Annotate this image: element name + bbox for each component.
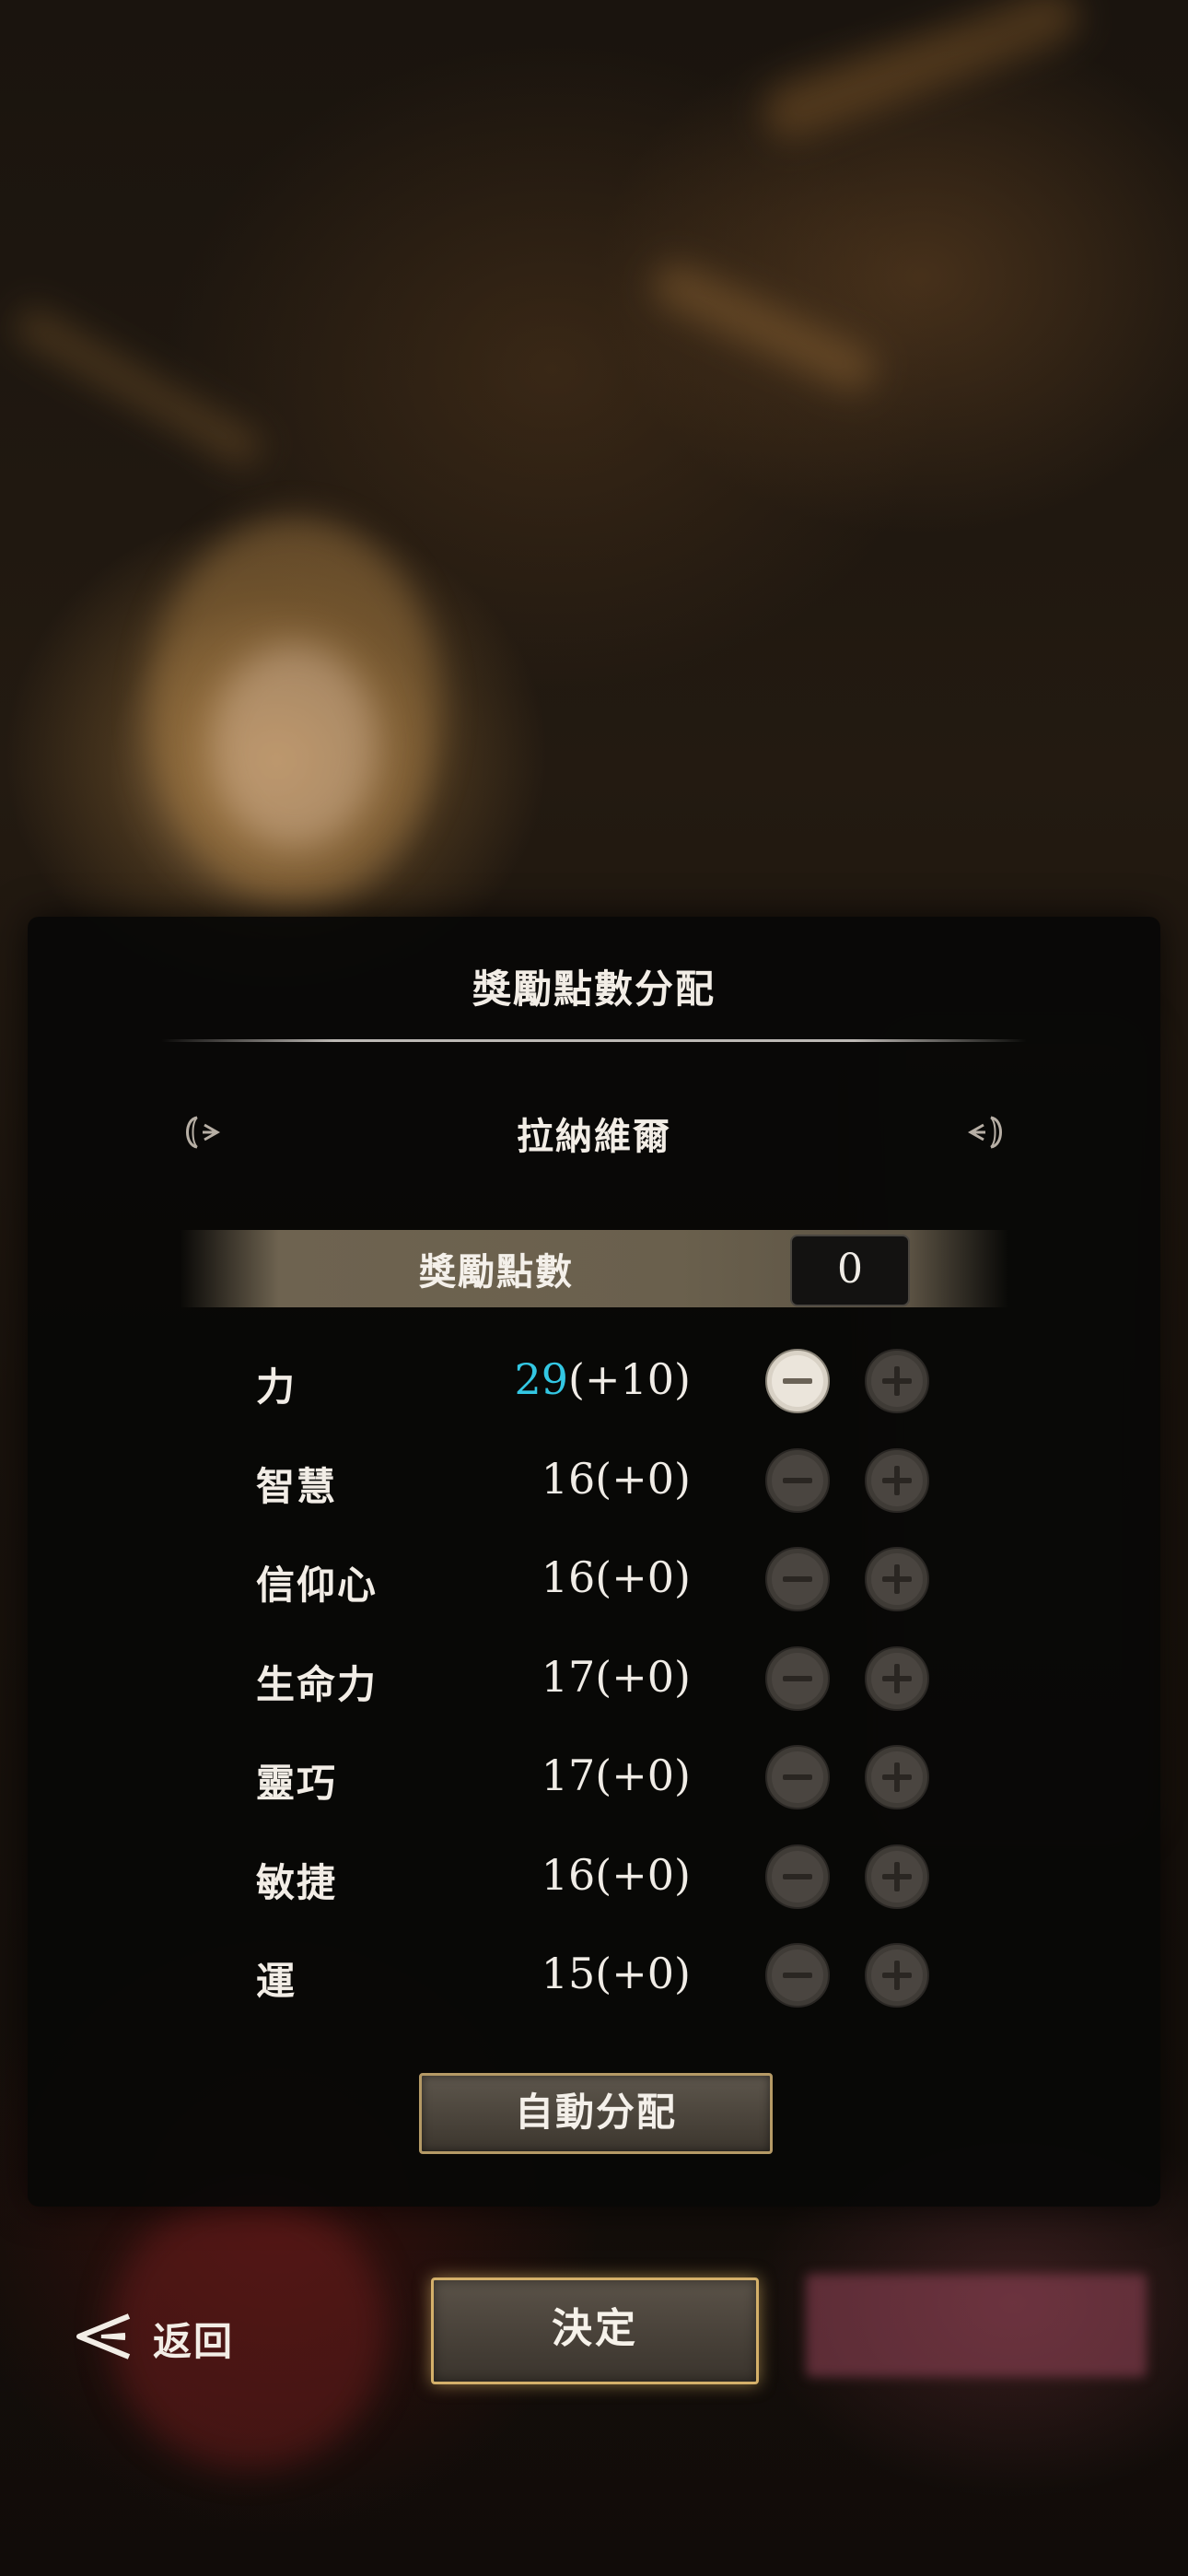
reward-points-label: 獎勵點數 [419, 1250, 574, 1294]
plus-circle-icon [865, 1645, 929, 1711]
minus-circle-icon [765, 1745, 830, 1809]
stat-value: 29(+10) [514, 1354, 691, 1404]
increase-stat-button[interactable] [864, 1348, 930, 1414]
stat-bonus-value: (+0) [595, 1949, 691, 1998]
decrease-stat-button[interactable] [764, 1942, 831, 2008]
confirm-button[interactable]: 決定 [431, 2277, 759, 2384]
decrease-stat-button[interactable] [764, 1546, 831, 1612]
stat-value: 16(+0) [542, 1552, 691, 1602]
back-arrow-icon [76, 2313, 131, 2359]
stat-value: 17(+0) [542, 1652, 691, 1702]
minus-circle-icon [765, 1645, 830, 1711]
stat-bonus-value: (+0) [595, 1453, 691, 1504]
auto-allocate-button[interactable]: 自動分配 [419, 2073, 773, 2154]
back-button[interactable]: 返回 [74, 2303, 258, 2368]
decrease-stat-button[interactable] [764, 1645, 831, 1712]
increase-stat-button[interactable] [864, 1942, 930, 2008]
plus-circle-icon [865, 1349, 929, 1413]
increase-stat-button[interactable] [864, 1546, 930, 1612]
stat-row: 靈巧 17(+0) [0, 1739, 1188, 1813]
stat-name: 信仰心 [256, 1563, 379, 1608]
reward-points-value: 0 [790, 1235, 910, 1306]
back-label: 返回 [153, 2319, 235, 2364]
minus-circle-icon [765, 1447, 830, 1513]
stat-name: 敏捷 [256, 1859, 338, 1905]
stat-row: 敏捷 16(+0) [0, 1839, 1188, 1913]
title-divider [161, 1039, 1027, 1042]
stat-value: 15(+0) [542, 1949, 691, 1998]
next-character-button[interactable] [958, 1107, 1013, 1158]
stat-name: 靈巧 [256, 1761, 338, 1806]
stat-base-value: 16 [541, 1453, 596, 1504]
plus-circle-icon [865, 1943, 929, 2008]
stat-bonus-value: (+0) [595, 1552, 691, 1602]
stat-row: 運 15(+0) [0, 1938, 1188, 2011]
minus-circle-icon [765, 1547, 830, 1611]
plus-circle-icon [865, 1745, 929, 1809]
stat-name: 運 [256, 1959, 297, 2004]
stat-base-value: 17 [541, 1651, 596, 1702]
stat-name: 力 [256, 1364, 297, 1410]
minus-circle-icon [765, 1349, 830, 1413]
decrease-stat-button[interactable] [764, 1447, 831, 1514]
plus-circle-icon [865, 1547, 929, 1611]
minus-circle-icon [765, 1844, 830, 1909]
stat-base-value: 16 [541, 1552, 596, 1602]
decrease-stat-button[interactable] [764, 1348, 831, 1414]
stat-value: 16(+0) [542, 1454, 691, 1504]
stat-base-value: 16 [541, 1849, 596, 1900]
character-selector: 拉納維爾 [0, 1101, 1188, 1165]
plus-circle-icon [865, 1844, 929, 1909]
stat-bonus-value: (+0) [595, 1849, 691, 1900]
stat-row: 力 29(+10) [0, 1343, 1188, 1417]
ornate-right-arrow-icon [967, 1116, 1002, 1149]
increase-stat-button[interactable] [864, 1844, 930, 1910]
stat-value: 16(+0) [542, 1850, 691, 1900]
increase-stat-button[interactable] [864, 1447, 930, 1514]
increase-stat-button[interactable] [864, 1744, 930, 1810]
minus-circle-icon [765, 1943, 830, 2008]
plus-circle-icon [865, 1447, 929, 1513]
decrease-stat-button[interactable] [764, 1844, 831, 1910]
blurred-background-button [806, 2274, 1147, 2377]
stat-row: 智慧 16(+0) [0, 1443, 1188, 1516]
stat-bonus-value: (+0) [595, 1751, 691, 1800]
decrease-stat-button[interactable] [764, 1744, 831, 1810]
stat-name: 生命力 [256, 1661, 379, 1707]
stat-value: 17(+0) [542, 1751, 691, 1800]
stat-row: 生命力 17(+0) [0, 1641, 1188, 1715]
stat-base-value: 29 [514, 1354, 569, 1404]
stat-bonus-value: (+10) [568, 1354, 691, 1404]
stat-row: 信仰心 16(+0) [0, 1541, 1188, 1615]
stat-base-value: 15 [541, 1949, 596, 1998]
stat-bonus-value: (+0) [595, 1651, 691, 1702]
increase-stat-button[interactable] [864, 1645, 930, 1712]
stat-name: 智慧 [256, 1463, 338, 1509]
panel-title: 獎勵點數分配 [472, 966, 716, 1012]
stat-base-value: 17 [541, 1751, 596, 1800]
